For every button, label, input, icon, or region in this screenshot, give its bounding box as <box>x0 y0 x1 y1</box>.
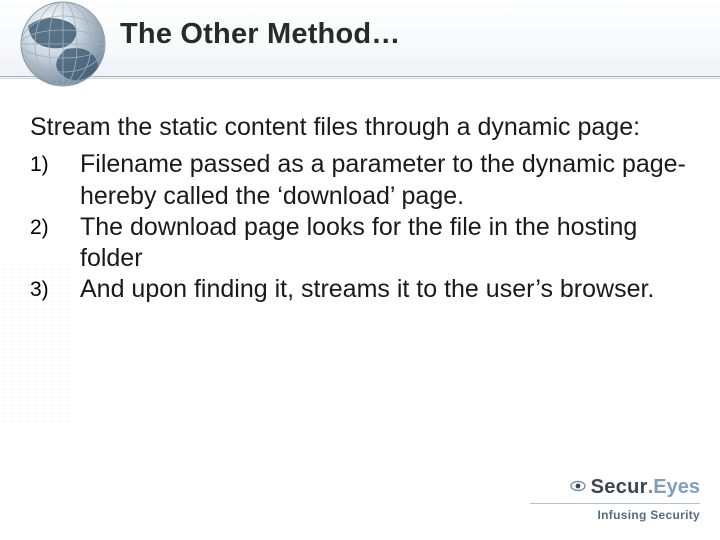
globe-icon <box>8 0 118 104</box>
body-content: Stream the static content files through … <box>30 112 690 306</box>
brand-part1: Secur <box>591 476 648 498</box>
list-item: 2) The download page looks for the file … <box>30 212 690 275</box>
list-item: 1) Filename passed as a parameter to the… <box>30 149 690 212</box>
slide-title: The Other Method… <box>120 18 700 51</box>
list-text: Filename passed as a parameter to the dy… <box>80 149 690 212</box>
list-text: And upon finding it, streams it to the u… <box>80 274 690 305</box>
list-number: 1) <box>30 149 80 178</box>
footer-divider <box>530 503 700 504</box>
footer: Secur.Eyes Infusing Security <box>530 476 700 522</box>
ordered-list: 1) Filename passed as a parameter to the… <box>30 149 690 305</box>
list-number: 2) <box>30 212 80 241</box>
list-item: 3) And upon finding it, streams it to th… <box>30 274 690 305</box>
slide: The Other Method… Stream the static cont… <box>0 0 720 540</box>
list-number: 3) <box>30 274 80 303</box>
eye-icon <box>570 478 586 494</box>
brand-logo: Secur.Eyes <box>530 476 700 499</box>
tagline: Infusing Security <box>530 508 700 522</box>
brand-part2: Eyes <box>653 476 700 498</box>
intro-text: Stream the static content files through … <box>30 112 690 143</box>
list-text: The download page looks for the file in … <box>80 212 690 275</box>
